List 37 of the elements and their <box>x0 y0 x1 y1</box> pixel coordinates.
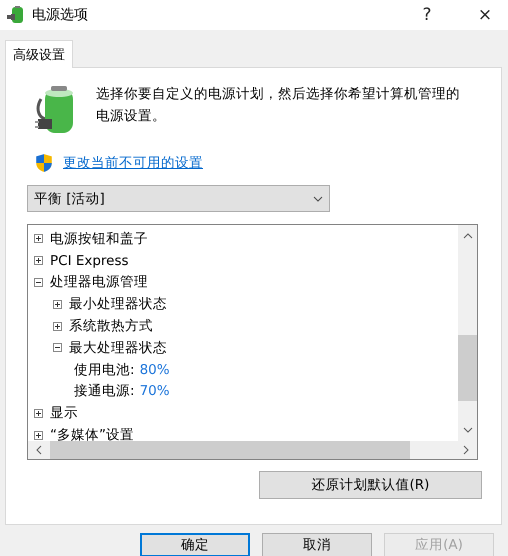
tree-item[interactable]: 系统散热方式 <box>69 317 153 336</box>
expand-icon[interactable] <box>34 408 43 418</box>
tree-item[interactable]: 最大处理器状态 <box>69 338 167 357</box>
description-text: 选择你要自定义的电源计划，然后选择你希望计算机管理的电源设置。 <box>96 85 461 126</box>
setting-value[interactable]: 80% <box>140 362 170 378</box>
scroll-left-icon[interactable] <box>36 445 42 455</box>
tree-item[interactable]: PCI Express <box>50 252 129 269</box>
shield-icon <box>35 153 53 173</box>
vertical-scrollbar[interactable] <box>458 225 477 441</box>
settings-link[interactable]: 更改当前不可用的设置 <box>63 154 203 172</box>
scroll-up-icon[interactable] <box>462 233 472 239</box>
expand-icon[interactable] <box>34 430 43 440</box>
expand-icon[interactable] <box>34 256 43 266</box>
setting-value[interactable]: 70% <box>140 383 170 400</box>
tree-item[interactable]: 显示 <box>50 404 78 422</box>
collapse-icon[interactable] <box>34 278 43 287</box>
window-title: 电源选项 <box>32 6 88 24</box>
scroll-down-icon[interactable] <box>462 427 472 433</box>
tree-item[interactable]: “多媒体”设置 <box>50 426 134 441</box>
tree-item[interactable]: 最小处理器状态 <box>69 295 167 314</box>
expand-icon[interactable] <box>53 322 62 331</box>
dialog-button[interactable]: 取消 <box>262 533 372 556</box>
setting-label: 使用电池: <box>74 360 135 379</box>
plan-dropdown[interactable]: 平衡 [活动] <box>27 185 330 212</box>
dialog-button[interactable]: 确定 <box>140 533 250 556</box>
tab[interactable]: 高级设置 <box>5 40 73 68</box>
expand-icon[interactable] <box>34 234 43 244</box>
caret-icon <box>313 196 323 202</box>
restore-defaults-button[interactable]: 还原计划默认值(R) <box>259 471 482 499</box>
scroll-right-icon[interactable] <box>463 445 469 455</box>
expand-icon[interactable] <box>53 300 62 309</box>
collapse-icon[interactable] <box>53 343 62 352</box>
setting-label: 接通电源: <box>74 382 135 400</box>
tree-item[interactable]: 电源按钮和盖子 <box>50 230 148 248</box>
horizontal-scrollbar[interactable] <box>28 441 477 459</box>
battery-plug-icon <box>6 5 26 25</box>
tree-item[interactable]: 处理器电源管理 <box>50 273 148 292</box>
